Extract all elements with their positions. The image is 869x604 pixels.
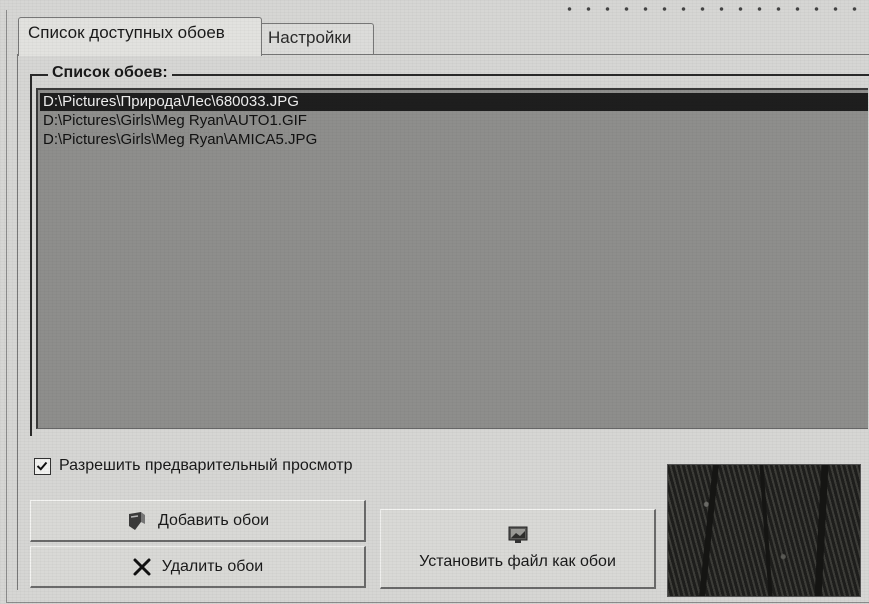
set-wallpaper-label: Установить файл как обои: [419, 553, 616, 570]
delete-wallpaper-label: Удалить обои: [161, 557, 264, 575]
group-title: Список обоев:: [48, 64, 172, 82]
add-wallpaper-button[interactable]: Добавить обои: [30, 500, 366, 542]
wallpaper-listbox[interactable]: D:\Pictures\Природа\Лес\680033.JPG D:\Pi…: [36, 88, 868, 429]
preview-toggle[interactable]: Разрешить предварительный просмотр: [34, 456, 353, 476]
wallpaper-preview-image: [667, 464, 861, 597]
add-wallpaper-icon: [126, 510, 148, 532]
tab-settings[interactable]: Настройки: [258, 23, 374, 54]
preview-checkbox[interactable]: [34, 457, 51, 475]
tab-wallpaper-list[interactable]: Список доступных обоев: [18, 17, 262, 56]
tab-label: Список доступных обоев: [28, 23, 225, 42]
delete-x-icon: [132, 557, 152, 577]
checkmark-icon: [36, 461, 48, 471]
set-wallpaper-button[interactable]: Установить файл как обои: [380, 509, 656, 589]
delete-wallpaper-button[interactable]: Удалить обои: [30, 546, 366, 588]
preview-checkbox-label: Разрешить предварительный просмотр: [59, 457, 353, 474]
add-wallpaper-label: Добавить обои: [157, 511, 270, 529]
list-item[interactable]: D:\Pictures\Girls\Meg Ryan\AMICA5.JPG: [40, 131, 317, 149]
list-item[interactable]: D:\Pictures\Природа\Лес\680033.JPG: [40, 93, 868, 111]
list-item[interactable]: D:\Pictures\Girls\Meg Ryan\AUTO1.GIF: [40, 112, 307, 130]
tab-label: Настройки: [268, 28, 352, 47]
set-wallpaper-icon: [508, 526, 528, 549]
